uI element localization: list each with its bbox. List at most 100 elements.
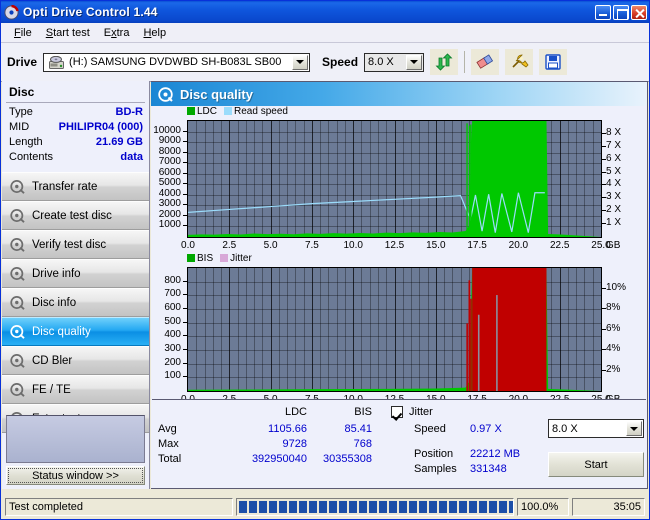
legend-swatch (187, 254, 195, 262)
saturation-region (472, 268, 546, 391)
sidebar-item-transfer-rate[interactable]: Transfer rate (2, 172, 149, 201)
y-axis-tick (183, 308, 187, 309)
y2-axis-tick (602, 184, 606, 185)
drive-dropdown-arrow[interactable] (292, 55, 308, 70)
progress-block (279, 501, 287, 513)
sidebar-item-drive-info[interactable]: Drive info (2, 259, 149, 288)
stats-row-label: Total (158, 453, 181, 465)
window-controls (595, 5, 647, 20)
y-axis-tick (183, 141, 187, 142)
sidebar-item-cd-bler[interactable]: CD Bler (2, 346, 149, 375)
sidebar-item-label: Drive info (32, 268, 81, 280)
y-axis-tick (183, 194, 187, 195)
progress-block (239, 501, 247, 513)
status-message: Test completed (5, 498, 233, 516)
sidebar-item-create-test-disc[interactable]: Create test disc (2, 201, 149, 230)
x-axis-tick-label: 10.0 (337, 240, 369, 251)
saturation-spike (469, 280, 471, 391)
status-window-button[interactable]: Status window >> (6, 466, 145, 485)
menu-extra[interactable]: Extra (97, 25, 137, 41)
ldc-spike (466, 123, 467, 237)
progress-block (269, 501, 277, 513)
y-axis-tick-label: 2000 (151, 209, 181, 220)
speed-result-dropdown-arrow[interactable] (626, 421, 642, 436)
progress-block (379, 501, 387, 513)
y2-axis-tick-label: 1 X (606, 217, 621, 228)
drive-label: Drive (7, 55, 37, 69)
speed-dropdown-arrow[interactable] (406, 55, 422, 70)
y-axis-tick (183, 349, 187, 350)
stats-max-ldc: 9728 (227, 438, 307, 450)
progress-block (459, 501, 467, 513)
progress-block (339, 501, 347, 513)
drive-toolbar: Drive (H:) SAMSUNG DVDWBD SH-B083L SB00 … (1, 43, 649, 82)
disc-info-key: Type (9, 105, 33, 120)
legend-item: Read speed (224, 106, 288, 117)
maximize-button[interactable] (613, 5, 629, 20)
legend-item: LDC (187, 106, 217, 117)
menu-help[interactable]: Help (136, 25, 173, 41)
sidebar-item-verify-test-disc[interactable]: Verify test disc (2, 230, 149, 259)
progress-block (469, 501, 477, 513)
sidebar-item-label: CD Bler (32, 355, 72, 367)
sidebar-item-disc-quality[interactable]: Disc quality (2, 317, 149, 346)
y-axis-tick-label: 8000 (151, 146, 181, 157)
saturation-spike (470, 299, 472, 391)
y2-axis-tick (602, 329, 606, 330)
panel-title: Disc quality (180, 87, 253, 102)
y2-axis-tick-label: 4 X (606, 178, 621, 189)
minimize-button[interactable] (595, 5, 611, 20)
y2-axis-tick-label: 8 X (606, 127, 621, 138)
erase-button[interactable] (471, 49, 499, 75)
disc-icon (10, 353, 25, 368)
jitter-checkbox[interactable] (391, 406, 403, 418)
menu-file[interactable]: File (7, 25, 39, 41)
chart-legend: LDC Read speed (187, 106, 288, 117)
wrench-icon (509, 53, 529, 71)
y-axis-tick (183, 183, 187, 184)
close-button[interactable] (631, 5, 647, 20)
disc-icon (10, 382, 25, 397)
speed-result-select[interactable]: 8.0 X (548, 419, 644, 438)
stats-total-bis: 30355308 (307, 453, 372, 465)
disc-icon (10, 237, 25, 252)
menu-start-test[interactable]: Start test (39, 25, 97, 41)
refresh-button[interactable] (430, 49, 458, 75)
stats-row-label: Max (158, 438, 179, 450)
tools-button[interactable] (505, 49, 533, 75)
x-axis-tick-label: 17.5 (461, 240, 493, 251)
disc-info-value: data (120, 150, 143, 165)
series-ldc (188, 121, 601, 237)
stats-col-ldc: LDC (247, 406, 307, 418)
sidebar-item-disc-info[interactable]: Disc info (2, 288, 149, 317)
y2-axis-tick (602, 197, 606, 198)
drive-select[interactable]: (H:) SAMSUNG DVDWBD SH-B083L SB00 (43, 53, 310, 72)
save-button[interactable] (539, 49, 567, 75)
progress-block (249, 501, 257, 513)
speed-select[interactable]: 8.0 X (364, 53, 424, 72)
legend-item: BIS (187, 253, 213, 264)
speed-result-label: Speed (414, 423, 446, 435)
legend-label: Jitter (230, 253, 252, 264)
y-axis-tick (183, 281, 187, 282)
y-axis-tick-label: 3000 (151, 198, 181, 209)
y-axis-tick-label: 200 (151, 357, 181, 368)
y-axis-tick-label: 10000 (151, 125, 181, 136)
title-bar: Opti Drive Control 1.44 (1, 1, 649, 23)
start-button[interactable]: Start (548, 452, 644, 477)
sidebar-item-label: Create test disc (32, 210, 112, 222)
sidebar-item-label: FE / TE (32, 384, 71, 396)
x-axis-tick-label: 2.5 (213, 240, 245, 251)
speed-result-select-value: 8.0 X (549, 423, 625, 435)
stats-avg-ldc: 1105.66 (227, 423, 307, 435)
legend-swatch (220, 254, 228, 262)
drive-value: (H:) SAMSUNG DVDWBD SH-B083L SB00 (69, 56, 281, 68)
y-axis-tick (183, 225, 187, 226)
sidebar-item-fe-te[interactable]: FE / TE (2, 375, 149, 404)
disc-info-row: MIDPHILIPR04 (000) (9, 120, 143, 135)
plot-area (187, 267, 602, 392)
progress-block (259, 501, 267, 513)
y-axis-tick-label: 100 (151, 370, 181, 381)
y-axis-tick (183, 204, 187, 205)
disc-info-row: Length21.69 GB (9, 135, 143, 150)
